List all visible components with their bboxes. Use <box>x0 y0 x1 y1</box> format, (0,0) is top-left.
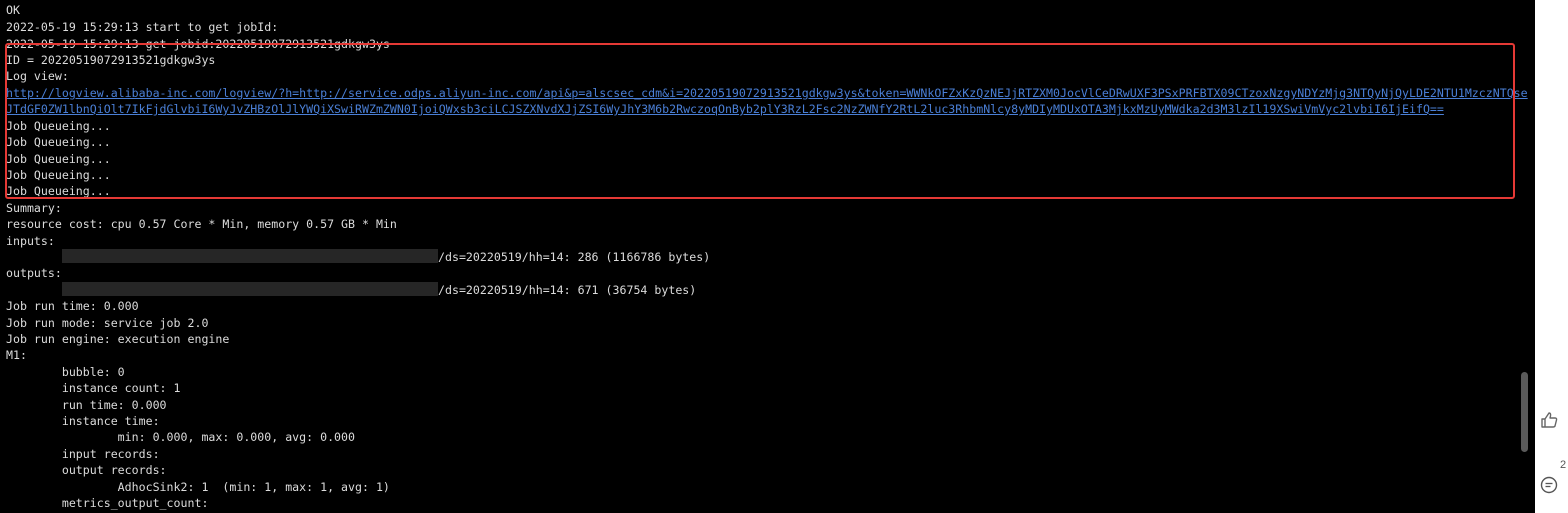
log-view-label: Log view: <box>6 69 69 83</box>
terminal-line: Job Queueing... <box>6 152 111 166</box>
output-table-line: /ds=20220519/hh=14: 671 (36754 bytes) <box>62 282 696 298</box>
terminal-line: Job Queueing... <box>6 135 111 149</box>
output-table-stats: /ds=20220519/hh=14: 671 (36754 bytes) <box>438 283 697 297</box>
terminal-line: AdhocSink2: 1 (min: 1, max: 1, avg: 1) <box>6 480 390 494</box>
summary-heading: Summary: <box>6 201 62 215</box>
comment-count: 2 <box>1560 459 1567 471</box>
terminal-line: metrics_output_count: <box>6 496 209 510</box>
terminal-line: Job run mode: service job 2.0 <box>6 316 209 330</box>
inputs-heading: inputs: <box>6 234 55 248</box>
resource-cost-line: resource cost: cpu 0.57 Core * Min, memo… <box>6 217 397 231</box>
terminal-line: Job Queueing... <box>6 119 111 133</box>
job-id-line: ID = 20220519072913521gdkgw3ys <box>6 53 216 67</box>
terminal-line: M1: <box>6 348 27 362</box>
thumbs-up-icon[interactable] <box>1539 410 1559 430</box>
terminal-line: 2022-05-19 15:29:13 start to get jobId: <box>6 20 279 34</box>
input-table-line: /ds=20220519/hh=14: 286 (1166786 bytes) <box>62 249 710 265</box>
logview-link[interactable]: http://logview.alibaba-inc.com/logview/?… <box>6 85 1528 101</box>
comment-icon[interactable] <box>1539 475 1559 495</box>
terminal-output: OK 2022-05-19 15:29:13 start to get jobI… <box>0 0 1535 513</box>
terminal-line: Job Queueing... <box>6 184 111 198</box>
terminal-line: Job run time: 0.000 <box>6 299 139 313</box>
terminal-line: bubble: 0 <box>6 365 125 379</box>
terminal-line: min: 0.000, max: 0.000, avg: 0.000 <box>6 430 356 444</box>
red-highlight-box <box>5 43 1515 199</box>
logview-link-continued[interactable]: JTdGF0ZW1lbnQiOlt7IkFjdGlvbiI6WyJvZHBzOl… <box>6 101 1444 117</box>
terminal-line: instance time: <box>6 414 160 428</box>
terminal-line: Job Queueing... <box>6 168 111 182</box>
terminal-line: Job run engine: execution engine <box>6 332 230 346</box>
terminal-line: run time: 0.000 <box>6 398 167 412</box>
redacted-table-name <box>62 282 438 296</box>
scrollbar-thumb[interactable] <box>1521 372 1528 452</box>
terminal-line: OK <box>6 3 20 17</box>
outputs-heading: outputs: <box>6 266 62 280</box>
terminal-line: input records: <box>6 447 160 461</box>
input-table-stats: /ds=20220519/hh=14: 286 (1166786 bytes) <box>438 250 711 264</box>
terminal-line: 2022-05-19 15:29:13 get jobid:2022051907… <box>6 37 390 51</box>
terminal-line: output records: <box>6 463 167 477</box>
feedback-sidebar <box>1535 0 1568 513</box>
terminal-line: instance count: 1 <box>6 381 181 395</box>
redacted-table-name <box>62 249 438 263</box>
